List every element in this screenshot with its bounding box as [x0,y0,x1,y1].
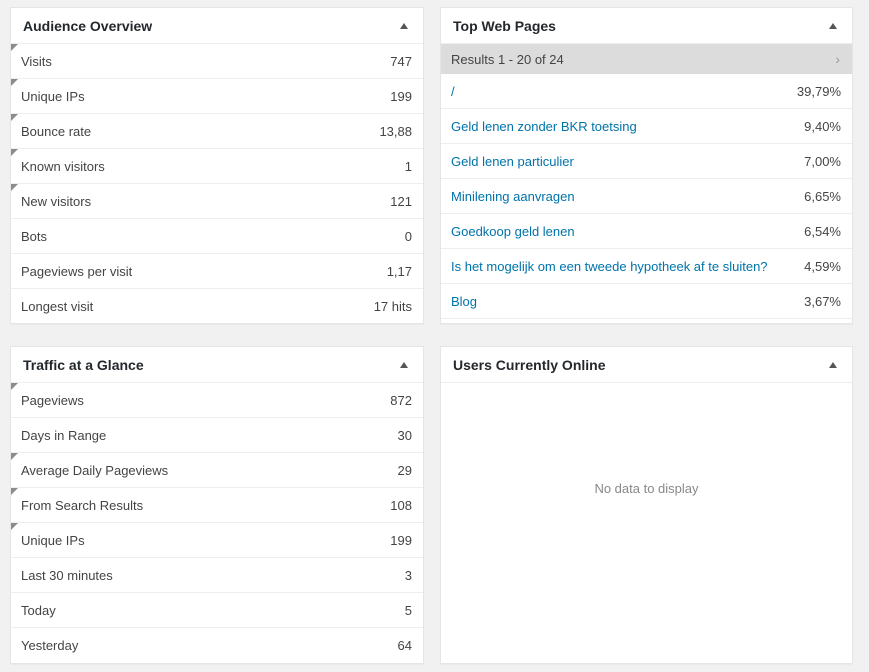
stat-value: 29 [397,462,412,478]
next-page-chevron-icon[interactable]: › [835,51,840,67]
page-percent: 6,65% [804,188,841,204]
results-pager: Results 1 - 20 of 24 › [441,44,852,74]
page-link[interactable]: Blog [451,294,477,309]
expand-corner-icon[interactable] [11,184,18,191]
stat-value: 64 [397,638,412,653]
stat-value: 5 [404,602,412,618]
top-web-pages-header[interactable]: Top Web Pages [441,8,852,44]
expand-corner-icon[interactable] [11,523,18,530]
results-count: Results 1 - 20 of 24 [451,51,564,67]
audience-overview-title: Audience Overview [23,17,153,34]
page-link[interactable]: Geld lenen particulier [451,154,574,169]
stat-row-bounce-rate[interactable]: Bounce rate 13,88 [11,114,423,149]
stat-row-visits[interactable]: Visits 747 [11,44,423,79]
page-row[interactable]: Minilening aanvragen 6,65% [441,179,852,214]
stat-value: 0 [404,228,412,244]
stat-value: 199 [390,88,412,104]
page-link[interactable]: / [451,84,455,99]
page-percent: 6,54% [804,223,841,239]
traffic-row-unique-ips[interactable]: Unique IPs 199 [11,523,423,558]
expand-corner-icon[interactable] [11,383,18,390]
stat-value: 199 [390,532,412,548]
expand-corner-icon[interactable] [11,488,18,495]
stat-label: Bounce rate [21,123,92,139]
page-row[interactable]: Geld lenen particulier 7,00% [441,144,852,179]
page-percent: 3,67% [804,293,841,309]
stat-row-pageviews-per-visit: Pageviews per visit 1,17 [11,254,423,289]
stat-value: 121 [390,193,412,209]
stat-row-new-visitors[interactable]: New visitors 121 [11,184,423,219]
stat-row-longest-visit: Longest visit 17 hits [11,289,423,323]
empty-state-message: No data to display [594,481,699,496]
stat-value: 872 [390,392,412,408]
page-link[interactable]: Geld lenen zonder BKR toetsing [451,119,637,134]
stat-label: From Search Results [21,497,144,513]
traffic-row-today: Today 5 [11,593,423,628]
stat-label: Visits [21,53,52,69]
stat-value: 17 hits [373,299,412,314]
stat-label: Average Daily Pageviews [21,462,169,478]
stat-label: Longest visit [21,299,94,314]
expand-corner-icon[interactable] [11,114,18,121]
page-link[interactable]: Minilening aanvragen [451,189,575,204]
stat-value: 30 [397,427,412,443]
traffic-row-days-in-range: Days in Range 30 [11,418,423,453]
traffic-row-yesterday: Yesterday 64 [11,628,423,663]
page-percent: 39,79% [796,83,841,99]
stat-row-bots: Bots 0 [11,219,423,254]
stat-value: 1 [404,158,412,174]
traffic-row-last-30-minutes: Last 30 minutes 3 [11,558,423,593]
page-link[interactable]: Is het mogelijk om een tweede hypotheek … [451,259,768,274]
stat-label: Yesterday [21,638,79,653]
stat-label: Today [21,602,56,618]
traffic-row-average-daily-pageviews[interactable]: Average Daily Pageviews 29 [11,453,423,488]
stat-value: 3 [404,567,412,583]
users-currently-online-box: Users Currently Online No data to displa… [440,346,853,664]
stat-label: Unique IPs [21,532,85,548]
page-percent: 7,00% [804,153,841,169]
stat-row-known-visitors[interactable]: Known visitors 1 [11,149,423,184]
page-percent: 4,59% [804,258,841,274]
stat-label: Pageviews per visit [21,263,133,279]
stat-value: 747 [390,53,412,69]
collapse-arrow-icon[interactable] [400,361,408,368]
audience-overview-header[interactable]: Audience Overview [11,8,423,44]
stat-label: New visitors [21,193,92,209]
stat-label: Pageviews [21,392,84,408]
top-web-pages-box: Top Web Pages Results 1 - 20 of 24 › / 39… [440,7,853,324]
expand-corner-icon[interactable] [11,44,18,51]
page-percent: 9,40% [804,118,841,134]
stat-value: 13,88 [379,123,412,139]
users-currently-online-title: Users Currently Online [453,356,606,373]
stat-value: 1,17 [386,263,412,279]
page-row[interactable]: Geld lenen zonder BKR toetsing 9,40% [441,109,852,144]
page-row[interactable]: Is het mogelijk om een tweede hypotheek … [441,249,852,284]
page-row[interactable]: Blog 3,67% [441,284,852,319]
stat-label: Unique IPs [21,88,85,104]
collapse-arrow-icon[interactable] [829,22,837,29]
page-link[interactable]: Goedkoop geld lenen [451,224,575,239]
users-currently-online-header[interactable]: Users Currently Online [441,347,852,383]
stat-value: 108 [390,497,412,513]
expand-corner-icon[interactable] [11,149,18,156]
traffic-at-a-glance-title: Traffic at a Glance [23,356,144,373]
stat-label: Known visitors [21,158,105,174]
stat-label: Last 30 minutes [21,567,113,583]
expand-corner-icon[interactable] [11,79,18,86]
traffic-at-a-glance-box: Traffic at a Glance Pageviews 872 Days in… [10,346,424,664]
top-web-pages-title: Top Web Pages [453,17,556,34]
page-row[interactable]: Goedkoop geld lenen 6,54% [441,214,852,249]
collapse-arrow-icon[interactable] [829,361,837,368]
stat-label: Bots [21,228,48,244]
traffic-row-pageviews[interactable]: Pageviews 872 [11,383,423,418]
stat-row-unique-ips[interactable]: Unique IPs 199 [11,79,423,114]
page-row[interactable]: / 39,79% [441,74,852,109]
stat-label: Days in Range [21,427,107,443]
traffic-row-from-search-results[interactable]: From Search Results 108 [11,488,423,523]
expand-corner-icon[interactable] [11,453,18,460]
collapse-arrow-icon[interactable] [400,22,408,29]
audience-overview-box: Audience Overview Visits 747 Unique IPs 19… [10,7,424,324]
traffic-at-a-glance-header[interactable]: Traffic at a Glance [11,347,423,383]
